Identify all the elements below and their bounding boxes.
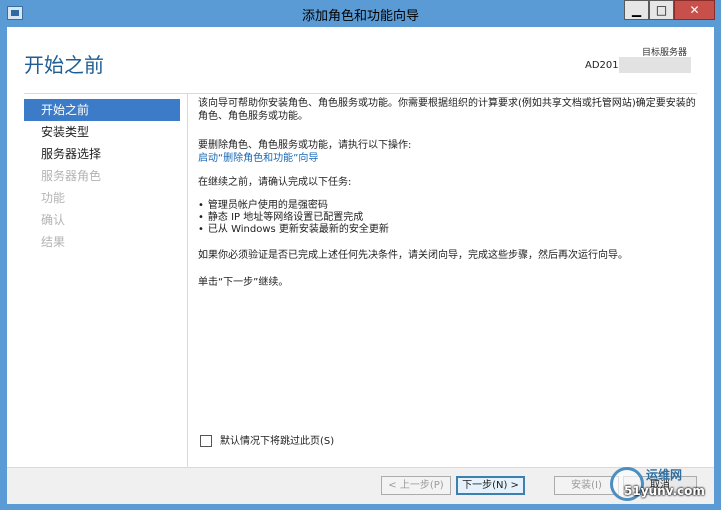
watermark-text-url: 51yunv.com — [624, 484, 705, 498]
wizard-header: 开始之前 目标服务器 AD2012 — [7, 27, 714, 93]
wizard-window: 添加角色和功能向导 ▁ □ ✕ 开始之前 目标服务器 AD2012 开始之前 安… — [0, 0, 721, 510]
watermark-logo: 运维网 51yunv.com — [610, 465, 718, 505]
nav-item-confirmation: 确认 — [41, 213, 66, 227]
watermark-text-cn: 运维网 — [646, 468, 683, 482]
wizard-steps-nav: 开始之前 安装类型 服务器选择 服务器角色 功能 确认 结果 — [24, 99, 180, 253]
skip-page-label[interactable]: 默认情况下将跳过此页(S) — [220, 436, 334, 447]
list-item: 管理员帐户使用的是强密码 — [198, 200, 703, 212]
page-content: 该向导可帮助你安装角色、角色服务或功能。你需要根据组织的计算要求(例如共享文档或… — [198, 97, 703, 289]
title-bar[interactable]: 添加角色和功能向导 ▁ □ ✕ — [0, 0, 721, 27]
list-item: 静态 IP 地址等网络设置已配置完成 — [198, 212, 703, 224]
next-button[interactable]: 下一步(N) > — [456, 476, 525, 495]
maximize-button[interactable]: □ — [649, 0, 674, 20]
window-title: 添加角色和功能向导 — [301, 9, 419, 24]
remove-roles-heading: 要删除角色、角色服务或功能，请执行以下操作: — [198, 140, 412, 151]
remove-roles-link[interactable]: 启动“删除角色和功能”向导 — [198, 152, 703, 165]
wizard-footer: < 上一步(P) 下一步(N) > 安装(I) 取消 — [7, 467, 714, 504]
list-item: 已从 Windows 更新安装最新的安全更新 — [198, 224, 703, 236]
wizard-body: 开始之前 目标服务器 AD2012 开始之前 安装类型 服务器选择 服务器角色 … — [7, 27, 714, 504]
prerequisites-list: 管理员帐户使用的是强密码 静态 IP 地址等网络设置已配置完成 已从 Windo… — [198, 200, 703, 236]
prerequisites-heading: 在继续之前，请确认完成以下任务: — [198, 177, 352, 188]
nav-divider — [187, 93, 188, 467]
skip-page-checkbox[interactable] — [200, 435, 212, 447]
header-divider — [24, 93, 697, 94]
nav-item-server-roles: 服务器角色 — [41, 169, 102, 183]
intro-text: 该向导可帮助你安装角色、角色服务或功能。你需要根据组织的计算要求(例如共享文档或… — [198, 98, 696, 122]
previous-button: < 上一步(P) — [381, 476, 451, 495]
next-instruction: 单击“下一步”继续。 — [198, 277, 289, 288]
nav-item-server-selection[interactable]: 服务器选择 — [24, 143, 180, 165]
nav-item-results: 结果 — [41, 235, 66, 249]
nav-item-before-you-begin[interactable]: 开始之前 — [24, 99, 180, 121]
close-button[interactable]: ✕ — [674, 0, 715, 20]
redacted-server-suffix — [619, 57, 691, 73]
skip-page-option[interactable]: 默认情况下将跳过此页(S) — [200, 432, 334, 447]
minimize-button[interactable]: ▁ — [624, 0, 649, 20]
nav-item-features: 功能 — [41, 191, 66, 205]
page-title: 开始之前 — [24, 53, 104, 77]
nav-item-installation-type[interactable]: 安装类型 — [24, 121, 180, 143]
verify-text: 如果你必须验证是否已完成上述任何先决条件，请关闭向导，完成这些步骤，然后再次运行… — [198, 250, 628, 261]
